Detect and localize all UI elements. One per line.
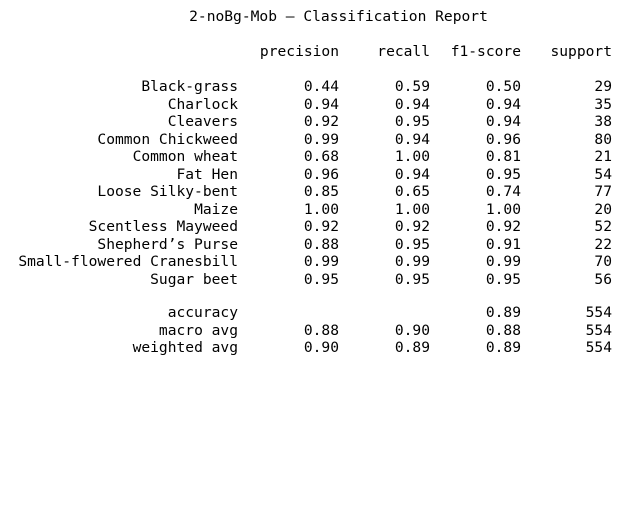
- table-row: Small-flowered Cranesbill 0.99 0.99 0.99 70: [0, 253, 622, 271]
- table-row: Charlock 0.94 0.94 0.94 35: [0, 96, 622, 114]
- row-f1-score: 0.99: [485, 253, 521, 270]
- row-label: weighted avg: [132, 339, 238, 356]
- row-f1-score: 0.96: [485, 130, 521, 148]
- table-row: Shepherd’s Purse 0.88 0.95 0.91 22: [0, 236, 622, 254]
- row-label: Loose Silky-bent: [97, 183, 238, 200]
- summary-row: macro avg 0.88 0.90 0.88 554: [0, 322, 622, 340]
- row-recall: 0.99: [394, 253, 430, 270]
- row-label: Fat Hen: [176, 165, 238, 183]
- row-recall: 0.65: [394, 183, 430, 200]
- row-recall: 0.59: [394, 78, 430, 95]
- row-support: 554: [585, 339, 612, 356]
- table-row: Sugar beet 0.95 0.95 0.95 56: [0, 271, 622, 289]
- row-f1-score: 0.94: [485, 95, 521, 113]
- report-title: 2-noBg-Mob — Classification Report: [189, 8, 488, 25]
- table-row: Maize 1.00 1.00 1.00 20: [0, 201, 622, 219]
- row-recall: 0.94: [394, 130, 430, 148]
- row-f1-score: 0.91: [485, 235, 521, 253]
- row-support: 77: [594, 183, 612, 200]
- row-f1-score: 0.81: [485, 148, 521, 165]
- row-recall: 0.89: [394, 339, 430, 356]
- row-f1-score: 0.50: [485, 78, 521, 95]
- row-label: Maize: [194, 200, 238, 218]
- row-support: 35: [594, 95, 612, 113]
- row-support: 54: [594, 165, 612, 183]
- row-precision: 1.00: [303, 200, 339, 218]
- row-support: 22: [594, 235, 612, 253]
- row-precision: 0.94: [303, 95, 339, 113]
- row-precision: 0.44: [303, 78, 339, 95]
- row-support: 20: [594, 200, 612, 218]
- row-recall: 0.94: [394, 165, 430, 183]
- table-row: Black-grass 0.44 0.59 0.50 29: [0, 78, 622, 96]
- row-label: accuracy: [167, 304, 238, 321]
- row-precision: 0.88: [303, 321, 339, 339]
- row-label: Cleavers: [167, 113, 238, 130]
- row-recall: 0.92: [394, 218, 430, 235]
- row-precision: 0.92: [303, 218, 339, 235]
- row-precision: 0.90: [303, 339, 339, 356]
- row-support: 554: [585, 321, 612, 339]
- summary-row: weighted avg 0.90 0.89 0.89 554: [0, 339, 622, 357]
- row-recall: 0.95: [394, 270, 430, 288]
- row-support: 70: [594, 253, 612, 270]
- row-label: Common wheat: [132, 148, 238, 165]
- row-support: 21: [594, 148, 612, 165]
- row-label: Common Chickweed: [97, 130, 238, 148]
- table-row: Common Chickweed 0.99 0.94 0.96 80: [0, 131, 622, 149]
- row-f1-score: 0.94: [485, 113, 521, 130]
- row-precision: 0.99: [303, 253, 339, 270]
- table-row: Scentless Mayweed 0.92 0.92 0.92 52: [0, 218, 622, 236]
- row-f1-score: 0.88: [485, 321, 521, 339]
- row-recall: 0.95: [394, 113, 430, 130]
- row-recall: 1.00: [394, 200, 430, 218]
- row-label: macro avg: [158, 321, 238, 339]
- row-recall: 0.90: [394, 321, 430, 339]
- row-f1-score: 0.89: [485, 304, 521, 321]
- row-f1-score: 0.92: [485, 218, 521, 235]
- row-label: Charlock: [167, 95, 238, 113]
- row-support: 554: [585, 304, 612, 321]
- row-f1-score: 1.00: [485, 200, 521, 218]
- table-row: Common wheat 0.68 1.00 0.81 21: [0, 148, 622, 166]
- row-precision: 0.95: [303, 270, 339, 288]
- row-support: 38: [594, 113, 612, 130]
- row-recall: 0.94: [394, 95, 430, 113]
- row-precision: 0.68: [303, 148, 339, 165]
- row-precision: 0.99: [303, 130, 339, 148]
- table-row: Cleavers 0.92 0.95 0.94 38: [0, 113, 622, 131]
- row-recall: 1.00: [394, 148, 430, 165]
- summary-row: accuracy 0.89 554: [0, 304, 622, 322]
- row-label: Shepherd’s Purse: [97, 235, 238, 253]
- header-recall: recall: [377, 43, 430, 60]
- table-row: Loose Silky-bent 0.85 0.65 0.74 77: [0, 183, 622, 201]
- header-precision: precision: [259, 43, 339, 60]
- row-label: Scentless Mayweed: [88, 218, 238, 235]
- row-precision: 0.85: [303, 183, 339, 200]
- row-precision: 0.92: [303, 113, 339, 130]
- row-precision: 0.88: [303, 235, 339, 253]
- row-f1-score: 0.89: [485, 339, 521, 356]
- row-support: 80: [594, 130, 612, 148]
- row-precision: 0.96: [303, 165, 339, 183]
- row-recall: 0.95: [394, 235, 430, 253]
- table-row: Fat Hen 0.96 0.94 0.95 54: [0, 166, 622, 184]
- row-f1-score: 0.74: [485, 183, 521, 200]
- row-support: 56: [594, 270, 612, 288]
- header-row: precision recall f1-score support: [0, 43, 622, 61]
- row-label: Sugar beet: [150, 270, 238, 288]
- header-support: support: [550, 43, 612, 60]
- row-label: Small-flowered Cranesbill: [18, 253, 238, 270]
- row-f1-score: 0.95: [485, 165, 521, 183]
- header-f1-score: f1-score: [450, 43, 521, 60]
- row-support: 52: [594, 218, 612, 235]
- row-f1-score: 0.95: [485, 270, 521, 288]
- row-label: Black-grass: [141, 78, 238, 95]
- row-support: 29: [594, 78, 612, 95]
